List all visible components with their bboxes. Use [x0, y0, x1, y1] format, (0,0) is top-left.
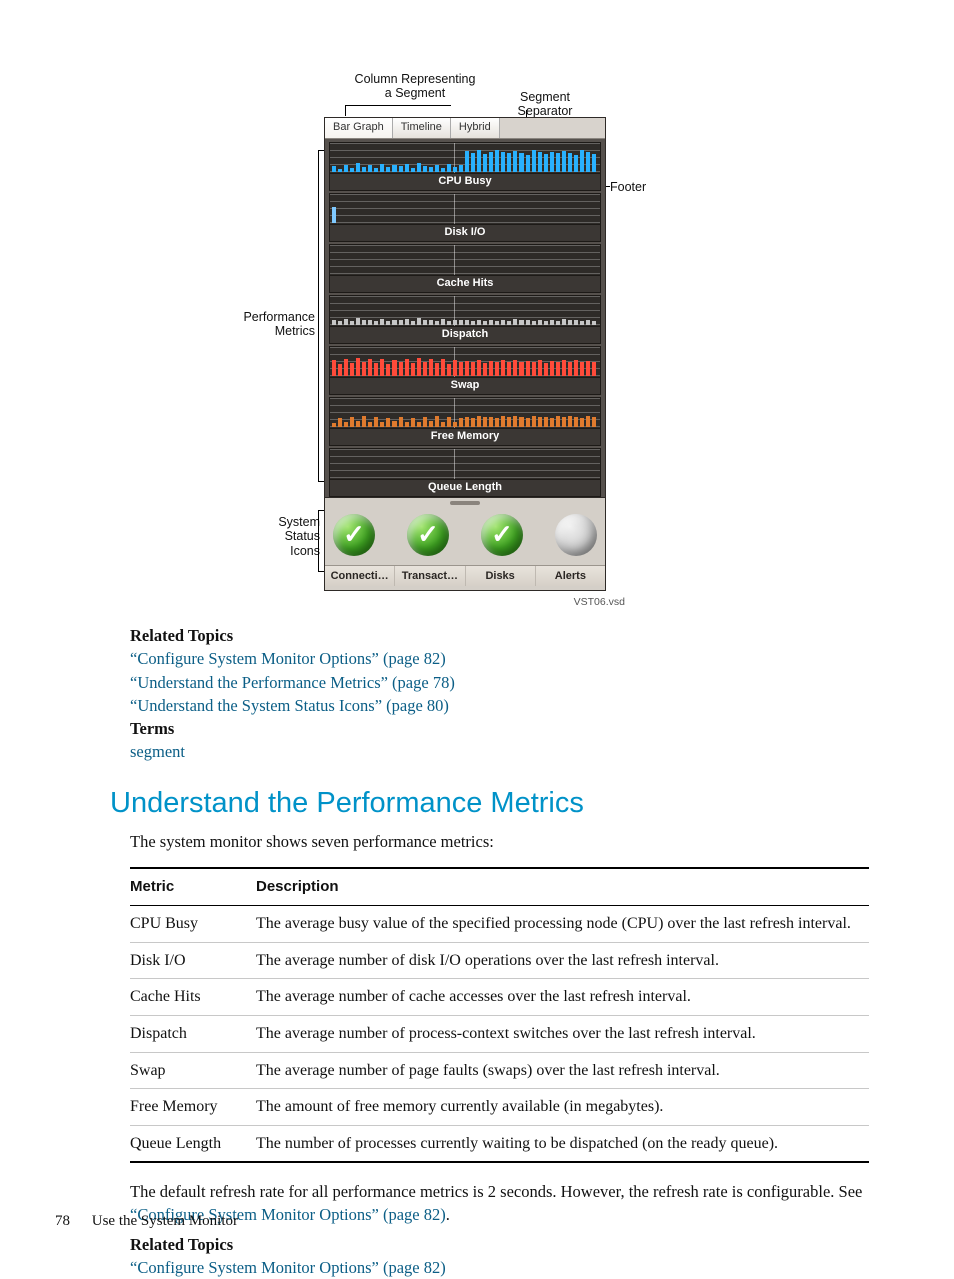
label-footer: Footer [610, 180, 670, 194]
body: Related Topics “Configure System Monitor… [130, 625, 869, 1279]
bracket-column-segment [345, 105, 451, 116]
cell-metric: Free Memory [130, 1089, 256, 1126]
label-system-status-icons: System Status Icons [250, 515, 320, 558]
label-column-segment: Column Representing a Segment [325, 72, 505, 101]
checkmark-icon: ✓ [343, 517, 365, 552]
page-footer: 78 Use the System Monitor [55, 1211, 238, 1231]
bracket-perf [318, 150, 325, 482]
metric-footer: Disk I/O [329, 225, 601, 242]
link-term-segment[interactable]: segment [130, 742, 185, 761]
label-file-id: VST06.vsd [325, 596, 625, 608]
metric-block: Free Memory [329, 397, 601, 446]
metric-chart [329, 448, 601, 480]
terms-heading: Terms [130, 718, 869, 740]
cell-description: The number of processes currently waitin… [256, 1125, 869, 1162]
related-topics-2: Related Topics “Configure System Monitor… [130, 1234, 869, 1279]
metric-block: Swap [329, 346, 601, 395]
cell-metric: Disk I/O [130, 942, 256, 979]
cell-description: The average number of process-context sw… [256, 1016, 869, 1053]
checkmark-icon: ✓ [491, 517, 513, 552]
cell-metric: Swap [130, 1052, 256, 1089]
status-ok-icon[interactable]: ✓ [407, 514, 449, 556]
tab-hybrid[interactable]: Hybrid [451, 118, 500, 138]
metric-block: Dispatch [329, 295, 601, 344]
metric-footer: Free Memory [329, 429, 601, 446]
status-label[interactable]: Disks [466, 566, 536, 586]
cell-metric: CPU Busy [130, 906, 256, 943]
bracket-status [318, 510, 325, 572]
metric-chart [329, 295, 601, 327]
table-row: DispatchThe average number of process-co… [130, 1016, 869, 1053]
status-ok-icon[interactable]: ✓ [333, 514, 375, 556]
metric-chart [329, 142, 601, 174]
status-label[interactable]: Transact… [395, 566, 465, 586]
metric-footer: CPU Busy [329, 174, 601, 191]
metric-block: Queue Length [329, 448, 601, 497]
cell-description: The amount of free memory currently avai… [256, 1089, 869, 1126]
link-configure-options[interactable]: “Configure System Monitor Options” (page… [130, 649, 446, 668]
tab-timeline[interactable]: Timeline [393, 118, 451, 138]
table-row: Free MemoryThe amount of free memory cur… [130, 1089, 869, 1126]
page: Column Representing a Segment Segment Se… [0, 0, 954, 1271]
label-segment-separator: Segment Separator [495, 90, 595, 119]
th-description: Description [256, 868, 869, 906]
link-understand-status[interactable]: “Understand the System Status Icons” (pa… [130, 696, 449, 715]
view-tabs: Bar Graph Timeline Hybrid [325, 118, 605, 139]
status-labels-row: Connecti…Transact…DisksAlerts [325, 565, 605, 586]
related-topics-heading: Related Topics [130, 625, 869, 647]
tab-bar-graph[interactable]: Bar Graph [325, 118, 393, 138]
refresh-text-pre: The default refresh rate for all perform… [130, 1182, 862, 1201]
metric-chart [329, 244, 601, 276]
figure: Column Representing a Segment Segment Se… [140, 60, 700, 615]
cell-description: The average number of cache accesses ove… [256, 979, 869, 1016]
status-idle-icon[interactable] [555, 514, 597, 556]
related-topics-heading-2: Related Topics [130, 1234, 869, 1256]
system-monitor-panel: Bar Graph Timeline Hybrid CPU Busy Disk I… [325, 118, 605, 590]
checkmark-icon: ✓ [417, 517, 439, 552]
metric-chart [329, 397, 601, 429]
status-strip: ✓ ✓ ✓ Connecti…Transact…DisksAlerts [325, 497, 605, 590]
cell-description: The average busy value of the specified … [256, 906, 869, 943]
table-row: Queue LengthThe number of processes curr… [130, 1125, 869, 1162]
status-label[interactable]: Connecti… [325, 566, 395, 586]
cell-description: The average number of disk I/O operation… [256, 942, 869, 979]
status-ok-icon[interactable]: ✓ [481, 514, 523, 556]
th-metric: Metric [130, 868, 256, 906]
table-row: SwapThe average number of page faults (s… [130, 1052, 869, 1089]
page-number: 78 [55, 1213, 70, 1229]
status-icons-row: ✓ ✓ ✓ [333, 508, 597, 562]
metric-footer: Cache Hits [329, 276, 601, 293]
metric-footer: Dispatch [329, 327, 601, 344]
cell-metric: Cache Hits [130, 979, 256, 1016]
metric-block: CPU Busy [329, 142, 601, 191]
table-row: Disk I/OThe average number of disk I/O o… [130, 942, 869, 979]
metrics-area: CPU Busy Disk I/O Cache Hits Dispatch Swap Fr… [325, 139, 605, 497]
link-understand-perf[interactable]: “Understand the Performance Metrics” (pa… [130, 673, 455, 692]
status-label[interactable]: Alerts [536, 566, 605, 586]
related-topics-1: Related Topics “Configure System Monitor… [130, 625, 869, 764]
metric-chart [329, 193, 601, 225]
metric-footer: Swap [329, 378, 601, 395]
table-row: Cache HitsThe average number of cache ac… [130, 979, 869, 1016]
metric-chart [329, 346, 601, 378]
section-heading: Understand the Performance Metrics [110, 784, 869, 823]
table-row: CPU BusyThe average busy value of the sp… [130, 906, 869, 943]
chapter-title: Use the System Monitor [92, 1213, 238, 1229]
metric-block: Disk I/O [329, 193, 601, 242]
metrics-table: Metric Description CPU BusyThe average b… [130, 867, 869, 1163]
drag-handle-icon[interactable] [450, 501, 480, 505]
cell-metric: Queue Length [130, 1125, 256, 1162]
refresh-paragraph: The default refresh rate for all perform… [130, 1181, 869, 1226]
section-intro: The system monitor shows seven performan… [130, 831, 869, 853]
refresh-text-post: . [446, 1205, 450, 1224]
link-configure-options-3[interactable]: “Configure System Monitor Options” (page… [130, 1258, 446, 1277]
metric-block: Cache Hits [329, 244, 601, 293]
metric-footer: Queue Length [329, 480, 601, 497]
cell-metric: Dispatch [130, 1016, 256, 1053]
label-performance-metrics: Performance Metrics [205, 310, 315, 339]
cell-description: The average number of page faults (swaps… [256, 1052, 869, 1089]
